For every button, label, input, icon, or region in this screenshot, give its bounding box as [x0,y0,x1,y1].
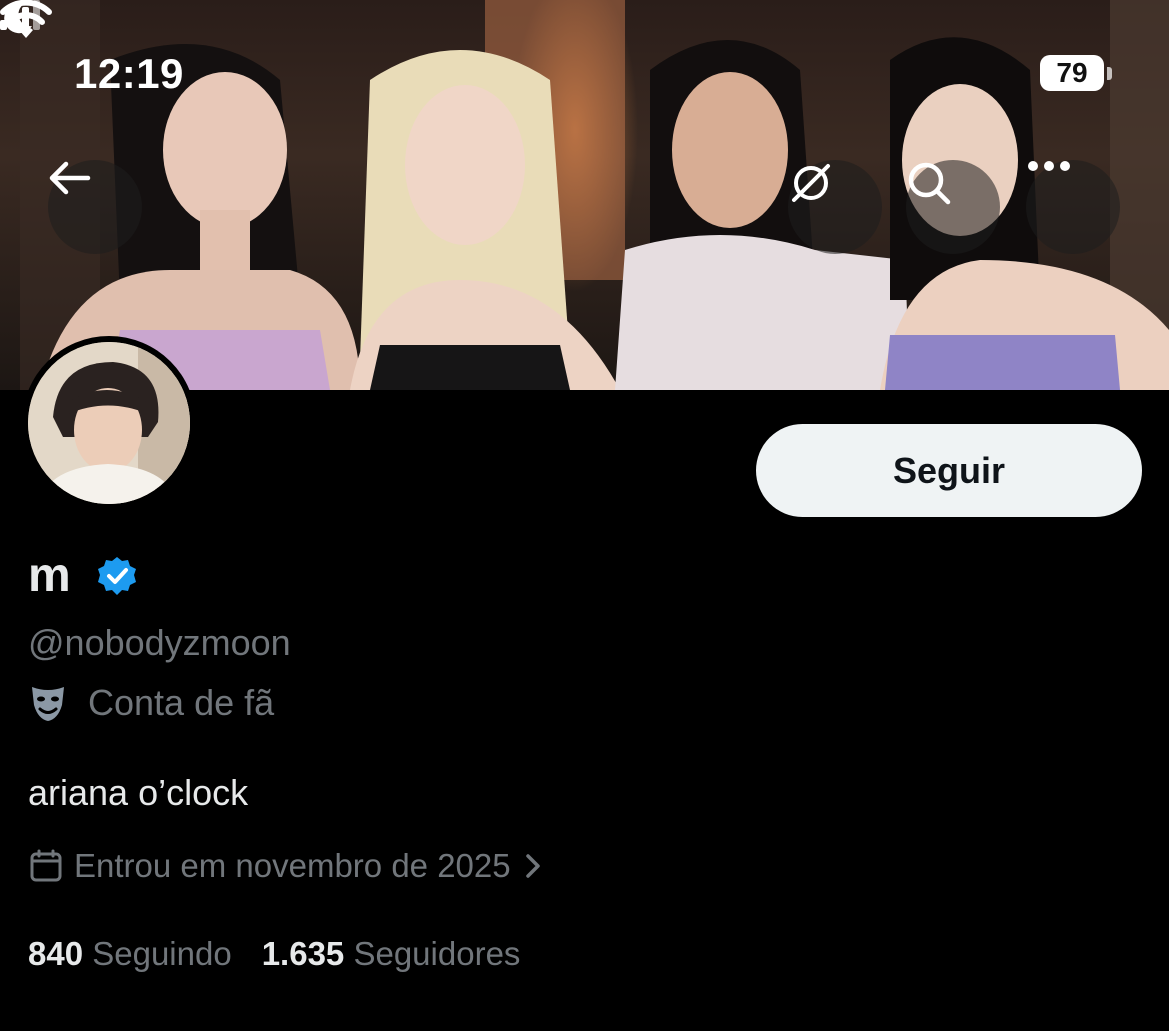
more-dots-icon [1028,161,1070,171]
followers-label: Seguidores [353,935,521,972]
battery-nub [1107,67,1112,80]
search-button[interactable] [906,160,1000,254]
joined-text: Entrou em novembro de 2025 [74,847,511,884]
following-stat[interactable]: 840 Seguindo [28,935,232,973]
follow-button[interactable]: Seguir [756,424,1142,517]
back-button[interactable] [48,160,142,254]
wifi-icon [0,0,52,38]
followers-stat[interactable]: 1.635 Seguidores [262,935,521,973]
verified-badge-icon[interactable] [96,555,138,597]
category-label: Conta de fã [88,682,275,723]
more-options-button[interactable] [1026,160,1120,254]
battery-level: 79 [1040,55,1104,91]
avatar-person-icon [28,342,190,504]
followers-count: 1.635 [261,935,345,972]
profile-bio: ariana o’clock [28,772,249,813]
calendar-icon [30,849,62,882]
back-arrow-icon [49,161,91,195]
avatar-photo [28,342,190,504]
search-icon [908,162,951,205]
profile-category: Conta de fã [28,682,274,724]
following-count: 840 [28,935,84,972]
grok-button[interactable] [788,160,882,254]
profile-handle: @nobodyzmoon [28,622,291,663]
profile-banner[interactable]: 12:19 79 [0,0,1169,390]
theater-mask-icon [32,687,64,721]
follow-stats: 840 Seguindo 1.635 Seguidores [28,935,550,973]
following-label: Seguindo [92,935,232,972]
grok-icon [792,164,830,202]
profile-avatar[interactable] [22,336,196,510]
joined-date[interactable]: Entrou em novembro de 2025 [28,847,543,885]
chevron-right-icon [525,854,540,878]
profile-display-name: m [28,549,71,602]
status-time: 12:19 [74,50,184,97]
